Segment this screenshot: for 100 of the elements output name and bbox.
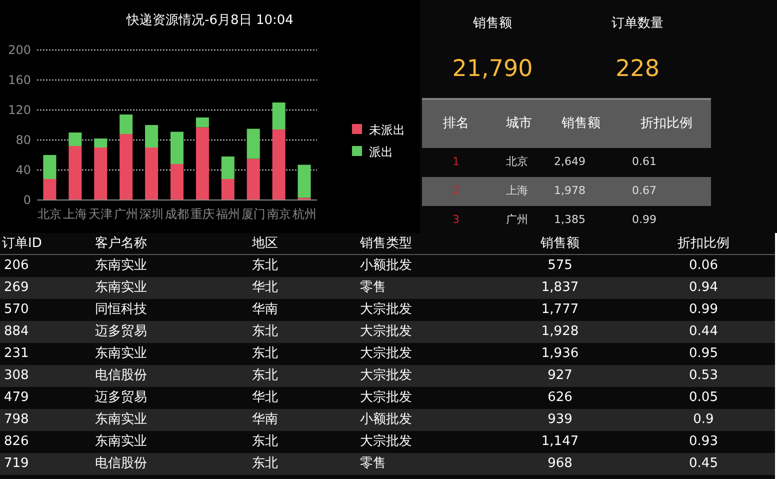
table-cell-text: 电信股份 <box>94 455 148 474</box>
table-cell-text: 东北 <box>251 367 279 386</box>
rank-number: 2 <box>452 183 460 200</box>
table-cell-text: 575 <box>546 257 574 276</box>
kpi-value: 21,790 <box>452 54 533 84</box>
table-cell-text: 479 <box>3 389 30 408</box>
table-cell-text: 0.9 <box>692 411 715 430</box>
table-cell-text: 1,978 <box>553 183 586 200</box>
table-cell-text: 大宗批发 <box>359 301 413 320</box>
x-axis-label: 福州 <box>216 207 240 221</box>
table-cell-text: 东北 <box>251 433 279 452</box>
x-axis-label: 上海 <box>63 207 88 221</box>
table-cell-text: 0.53 <box>688 367 719 386</box>
table-cell-text: 东北 <box>251 345 279 364</box>
table-cell-text: 206 <box>3 257 30 276</box>
table-cell-text: 0.05 <box>688 389 719 408</box>
table-cell-text: 0.61 <box>631 154 658 170</box>
x-axis-label: 广州 <box>114 207 138 221</box>
table-cell-text: 东南实业 <box>94 411 148 430</box>
x-axis-label: 厦门 <box>241 207 266 221</box>
x-axis-label: 深圳 <box>140 207 164 221</box>
bar <box>170 164 184 200</box>
bar <box>170 132 184 164</box>
rank-number: 3 <box>452 212 460 228</box>
y-axis-label: 40 <box>16 163 31 177</box>
table-cell-text: 1,936 <box>540 345 580 364</box>
table-cell-text: 798 <box>3 411 30 430</box>
column-header: 折扣比例 <box>640 115 694 134</box>
x-axis-label: 北京 <box>38 207 62 221</box>
table-cell-text: 719 <box>3 455 30 474</box>
table-cell-text: 华南 <box>251 411 279 430</box>
y-axis-label: 160 <box>8 73 31 87</box>
column-header: 销售类型 <box>359 234 413 253</box>
table-cell-text: 0.99 <box>631 212 658 228</box>
table-cell-text: 0.99 <box>688 301 719 320</box>
table-cell-text: 884 <box>3 323 30 342</box>
kpi-label: 订单数量 <box>612 15 664 33</box>
table-cell-text: 1,777 <box>540 301 580 320</box>
table-cell-text: 东北 <box>251 323 279 342</box>
table-cell-text: 0.44 <box>688 323 719 342</box>
table-cell-text: 939 <box>546 411 574 430</box>
table-cell-text: 968 <box>546 455 574 474</box>
table-cell-text: 上海 <box>505 183 529 200</box>
table-cell-text: 大宗批发 <box>359 433 413 452</box>
table-cell-text: 零售 <box>359 279 387 298</box>
y-axis-label: 80 <box>16 133 31 147</box>
kpi-label: 销售额 <box>473 15 512 33</box>
x-axis-label: 重庆 <box>190 207 214 221</box>
table-cell-text: 东南实业 <box>94 345 148 364</box>
x-axis-label: 杭州 <box>292 207 316 221</box>
chart-title: 快递资源情况-6月8日 10:04 <box>126 13 294 28</box>
column-header: 销售额 <box>540 234 580 253</box>
bar <box>246 158 260 200</box>
table-cell-text: 同恒科技 <box>94 301 148 320</box>
table-cell-text: 231 <box>3 345 30 364</box>
table-cell-text: 零售 <box>359 455 387 474</box>
table-cell-text: 北京 <box>505 154 529 170</box>
table-cell-text: 0.45 <box>688 455 719 474</box>
table-cell-text: 269 <box>3 279 30 298</box>
table-cell-text: 华南 <box>251 301 279 320</box>
table-cell-text: 0.95 <box>688 345 719 364</box>
table-cell-text: 东南实业 <box>94 433 148 452</box>
table-cell-text: 0.67 <box>631 183 658 200</box>
y-axis-label: 120 <box>8 103 31 117</box>
table-cell-text: 大宗批发 <box>359 345 413 364</box>
table-cell-text: 0.06 <box>688 257 719 276</box>
table-cell-text: 308 <box>3 367 30 386</box>
table-cell-text: 0.94 <box>688 279 719 298</box>
table-cell-text: 东北 <box>251 455 279 474</box>
table-cell-text: 大宗批发 <box>359 367 413 386</box>
table-cell-text: 626 <box>546 389 574 408</box>
column-header: 客户名称 <box>94 234 148 253</box>
y-axis-label: 0 <box>23 193 31 207</box>
column-header: 地区 <box>251 234 279 253</box>
x-axis-label: 南京 <box>266 207 291 221</box>
table-cell-text: 华北 <box>251 389 279 408</box>
table-cell-text: 广州 <box>505 212 529 228</box>
legend-label: 未派出 <box>369 123 405 137</box>
table-cell-text: 小额批发 <box>359 411 413 430</box>
y-axis-label: 200 <box>8 43 31 57</box>
table-cell-text: 大宗批发 <box>359 323 413 342</box>
table-cell-text: 927 <box>546 367 574 386</box>
table-cell-text: 1,385 <box>553 212 586 228</box>
bar <box>43 179 56 200</box>
table-cell-text: 2,649 <box>553 154 586 170</box>
column-header: 订单ID <box>1 234 43 253</box>
table-cell-text: 电信股份 <box>94 367 148 386</box>
table-cell-text: 0.93 <box>688 433 719 452</box>
column-header: 销售额 <box>560 115 602 134</box>
x-axis-label: 天津 <box>88 207 113 221</box>
column-header: 折扣比例 <box>676 234 730 253</box>
bar <box>246 128 260 159</box>
table-cell-text: 迈多贸易 <box>94 389 148 408</box>
column-header: 排名 <box>442 115 470 134</box>
bar <box>43 155 56 179</box>
x-axis-label: 成都 <box>165 207 189 221</box>
table-cell-text: 小额批发 <box>359 257 413 276</box>
legend-label: 派出 <box>369 145 393 159</box>
table-cell-text: 华北 <box>251 279 279 298</box>
table-cell-text: 1,147 <box>540 433 580 452</box>
